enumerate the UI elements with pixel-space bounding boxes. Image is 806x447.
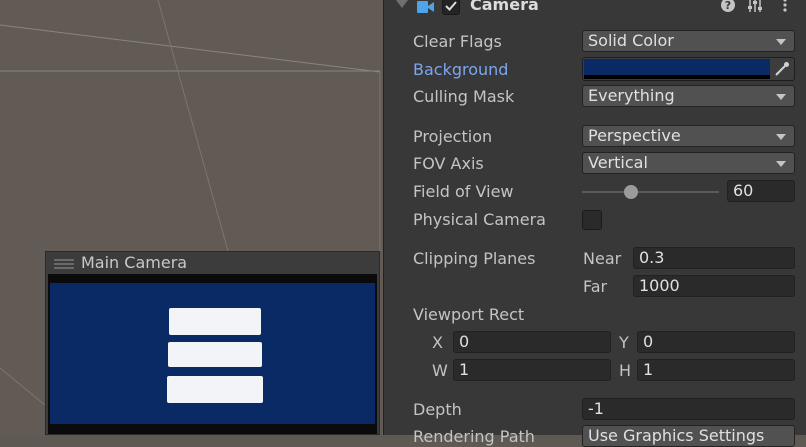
scene-view[interactable]: Main Camera: [0, 0, 383, 435]
camera-preview-title: Main Camera: [81, 253, 188, 272]
help-icon[interactable]: ?: [719, 0, 737, 15]
far-clip-input[interactable]: 1000: [633, 275, 795, 297]
kebab-menu-icon[interactable]: [776, 0, 794, 15]
checkmark-icon: [445, 1, 457, 11]
physical-camera-label: Physical Camera: [413, 210, 546, 229]
viewport-rect-label: Viewport Rect: [413, 305, 525, 324]
chevron-down-icon: [776, 161, 786, 167]
component-enabled-checkbox[interactable]: [442, 0, 460, 15]
rendering-path-value: Use Graphics Settings: [588, 426, 765, 445]
camera-preview-window: Main Camera: [45, 251, 380, 435]
preview-ui-button: [167, 376, 263, 403]
clear-flags-value: Solid Color: [588, 31, 674, 50]
chevron-down-icon: [776, 39, 786, 45]
preview-ui-button: [169, 308, 261, 335]
slider-thumb[interactable]: [624, 185, 639, 199]
svg-text:?: ?: [725, 0, 731, 12]
drag-handle-icon[interactable]: [52, 257, 76, 271]
fov-axis-dropdown[interactable]: Vertical: [582, 152, 795, 174]
viewport-x-label: X: [432, 333, 443, 352]
camera-component-header[interactable]: Camera ?: [384, 0, 806, 22]
depth-input[interactable]: -1: [582, 398, 795, 420]
background-color-swatch[interactable]: [584, 59, 770, 75]
viewport-x-input[interactable]: 0: [453, 331, 611, 353]
component-title: Camera: [470, 0, 539, 14]
presets-icon[interactable]: [746, 0, 764, 15]
eyedropper-icon[interactable]: [772, 60, 792, 78]
culling-mask-dropdown[interactable]: Everything: [582, 85, 795, 107]
preview-ui-button: [168, 342, 262, 367]
fov-axis-value: Vertical: [588, 153, 648, 172]
foldout-arrow-icon[interactable]: [396, 0, 408, 8]
culling-mask-label: Culling Mask: [413, 87, 515, 106]
near-clip-input[interactable]: 0.3: [633, 247, 795, 269]
physical-camera-checkbox[interactable]: [582, 210, 602, 230]
background-color-field[interactable]: [582, 57, 795, 81]
inspector-panel: Camera ? Clear Flags Solid Color Backgro…: [383, 0, 806, 447]
viewport-h-input[interactable]: 1: [637, 359, 795, 381]
field-of-view-label: Field of View: [413, 182, 514, 201]
clear-flags-dropdown[interactable]: Solid Color: [582, 30, 795, 52]
culling-mask-value: Everything: [588, 86, 675, 105]
camera-preview-header: Main Camera: [46, 252, 379, 274]
clipping-planes-label: Clipping Planes: [413, 249, 536, 268]
rendering-path-dropdown[interactable]: Use Graphics Settings: [582, 425, 795, 447]
projection-value: Perspective: [588, 126, 681, 145]
background-label: Background: [413, 60, 509, 79]
near-label: Near: [583, 249, 622, 268]
fov-axis-label: FOV Axis: [413, 154, 484, 173]
rendering-path-label: Rendering Path: [413, 427, 535, 446]
chevron-down-icon: [776, 134, 786, 140]
viewport-w-label: W: [432, 361, 448, 380]
clear-flags-label: Clear Flags: [413, 32, 502, 51]
depth-label: Depth: [413, 400, 462, 419]
camera-component-icon: [417, 1, 434, 13]
viewport-w-input[interactable]: 1: [453, 359, 611, 381]
camera-preview-render: [50, 283, 375, 424]
viewport-h-label: H: [619, 361, 632, 380]
viewport-y-label: Y: [619, 333, 629, 352]
field-of-view-input[interactable]: 60: [727, 180, 795, 202]
projection-label: Projection: [413, 127, 493, 146]
viewport-y-input[interactable]: 0: [637, 331, 795, 353]
camera-preview-frame: [48, 274, 377, 434]
background-alpha-bar: [584, 75, 770, 79]
field-of-view-slider[interactable]: [582, 185, 719, 199]
projection-dropdown[interactable]: Perspective: [582, 125, 795, 147]
chevron-down-icon: [776, 94, 786, 100]
far-label: Far: [583, 277, 608, 296]
